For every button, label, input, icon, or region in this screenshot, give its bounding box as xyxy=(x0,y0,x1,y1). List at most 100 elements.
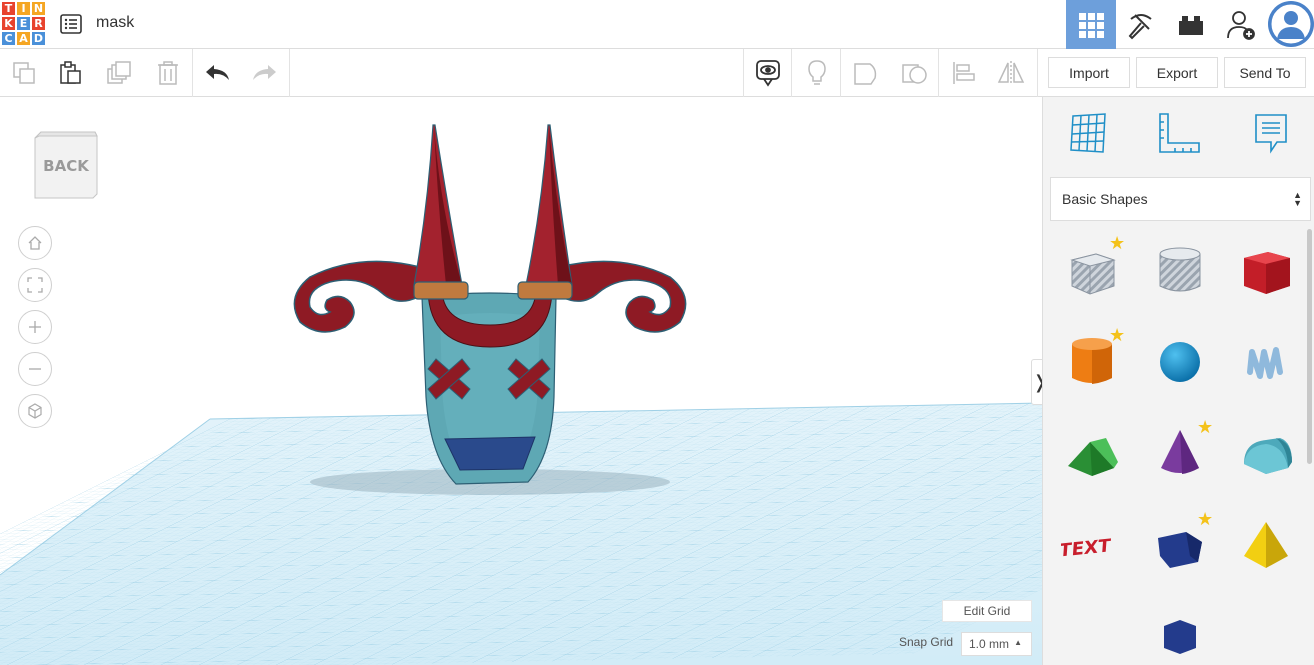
notes-tool-button[interactable] xyxy=(1249,111,1293,155)
export-button[interactable]: Export xyxy=(1136,57,1218,88)
caret-up-icon: ▲ xyxy=(1014,638,1022,647)
shape-category-value: Basic Shapes xyxy=(1062,191,1148,207)
perspective-button[interactable] xyxy=(18,394,52,428)
minecraft-view-button[interactable] xyxy=(1116,0,1166,49)
ungroup-button[interactable] xyxy=(892,49,936,97)
toolbar-separator xyxy=(289,49,290,97)
toolbar-separator xyxy=(192,49,193,97)
top-bar: T I N K E R C A D mask xyxy=(0,0,1314,49)
logo-letter: T xyxy=(1,1,16,16)
shape-text[interactable]: TEXT xyxy=(1057,511,1127,581)
shape-scribble[interactable] xyxy=(1231,327,1301,397)
user-avatar[interactable] xyxy=(1268,1,1314,47)
box-icon xyxy=(1244,252,1290,294)
edit-toolbar: Import Export Send To xyxy=(0,49,1314,97)
shapes-scrollbar[interactable] xyxy=(1307,229,1312,464)
note-icon xyxy=(1255,114,1287,154)
ruler-icon xyxy=(1159,113,1200,153)
redo-button[interactable] xyxy=(242,49,286,97)
snap-grid-value: 1.0 mm xyxy=(969,637,1010,651)
design-title[interactable]: mask xyxy=(96,14,134,32)
user-icon xyxy=(1268,1,1314,47)
notes-visibility-button[interactable] xyxy=(746,49,790,97)
star-icon: ★ xyxy=(1109,325,1126,345)
svg-text:TEXT: TEXT xyxy=(1061,536,1112,562)
group-button[interactable] xyxy=(844,49,888,97)
duplicate-button[interactable] xyxy=(97,49,141,97)
round-roof-icon xyxy=(1244,438,1292,474)
shape-round-roof[interactable] xyxy=(1231,419,1301,489)
show-all-button[interactable] xyxy=(795,49,839,97)
panel-tools xyxy=(1043,97,1314,172)
star-icon: ★ xyxy=(1197,509,1214,529)
hexagon-icon xyxy=(1164,620,1196,654)
shape-pyramid[interactable] xyxy=(1231,511,1301,581)
workplane-scene xyxy=(0,124,1042,665)
logo-letter: C xyxy=(1,31,16,46)
logo-letter: D xyxy=(31,31,46,46)
cylinder-striped-icon xyxy=(1159,247,1201,292)
home-view-button[interactable] xyxy=(18,226,52,260)
3d-viewport[interactable]: BACK Edit Grid Snap Grid 1.0 mm ▲ xyxy=(0,97,1042,665)
logo-letter: K xyxy=(1,16,16,31)
minus-icon xyxy=(29,368,41,370)
logo-letter: E xyxy=(16,16,31,31)
toolbar-separator xyxy=(840,49,841,97)
cube-icon xyxy=(28,403,42,419)
snap-grid-label: Snap Grid xyxy=(899,635,954,649)
plus-icon xyxy=(29,321,41,333)
3d-design-view-button[interactable] xyxy=(1066,0,1116,49)
trash-icon xyxy=(158,61,178,85)
design-list-button[interactable] xyxy=(59,12,83,36)
mirror-icon xyxy=(997,61,1025,85)
select-arrows-icon: ▲ ▼ xyxy=(1293,190,1302,208)
grid-view-icon xyxy=(1079,12,1104,38)
zoom-in-button[interactable] xyxy=(18,310,52,344)
ungroup-icon xyxy=(902,64,927,84)
star-icon: ★ xyxy=(1109,233,1126,253)
paste-button[interactable] xyxy=(48,49,92,97)
ruler-tool-button[interactable] xyxy=(1157,111,1201,155)
edit-grid-button[interactable]: Edit Grid xyxy=(942,600,1032,622)
logo-letter: N xyxy=(31,1,46,16)
undo-icon xyxy=(206,65,229,80)
copy-button[interactable] xyxy=(2,49,46,97)
fit-view-button[interactable] xyxy=(18,268,52,302)
workplane-tool-button[interactable] xyxy=(1066,111,1110,155)
shape-cylinder-striped[interactable] xyxy=(1145,235,1215,305)
add-user-icon xyxy=(1227,10,1255,40)
shape-sphere[interactable] xyxy=(1145,327,1215,397)
shape-roof[interactable] xyxy=(1057,419,1127,489)
zoom-out-button[interactable] xyxy=(18,352,52,386)
shape-library: ★ ★ ★ TEXT ★ xyxy=(1043,227,1308,665)
send-to-button[interactable]: Send To xyxy=(1224,57,1306,88)
shape-box[interactable] xyxy=(1231,235,1301,305)
duplicate-icon xyxy=(107,61,131,84)
toolbar-separator xyxy=(791,49,792,97)
invite-user-button[interactable] xyxy=(1216,0,1266,49)
group-icon xyxy=(854,63,877,85)
view-cube[interactable]: BACK xyxy=(33,130,99,207)
delete-button[interactable] xyxy=(146,49,190,97)
sphere-icon xyxy=(1160,342,1200,382)
brick-icon xyxy=(1179,15,1203,35)
list-icon xyxy=(60,14,82,34)
lego-view-button[interactable] xyxy=(1166,0,1216,49)
shape-hexagon[interactable] xyxy=(1145,603,1215,665)
import-button[interactable]: Import xyxy=(1048,57,1130,88)
mirror-button[interactable] xyxy=(989,49,1033,97)
eye-bubble-icon xyxy=(756,60,780,87)
pickaxe-icon xyxy=(1128,13,1152,39)
tinkercad-logo[interactable]: T I N K E R C A D xyxy=(1,1,46,46)
shape-category-select[interactable]: Basic Shapes ▲ ▼ xyxy=(1050,177,1311,221)
fit-icon xyxy=(27,277,43,293)
pyramid-icon xyxy=(1244,522,1288,568)
snap-grid-select[interactable]: 1.0 mm ▲ xyxy=(961,632,1032,656)
align-button[interactable] xyxy=(942,49,986,97)
view-cube-label: BACK xyxy=(43,157,89,175)
scribble-icon xyxy=(1247,347,1283,379)
workplane-icon xyxy=(1070,113,1106,153)
undo-button[interactable] xyxy=(196,49,240,97)
home-icon xyxy=(28,236,42,250)
copy-icon xyxy=(13,62,35,84)
